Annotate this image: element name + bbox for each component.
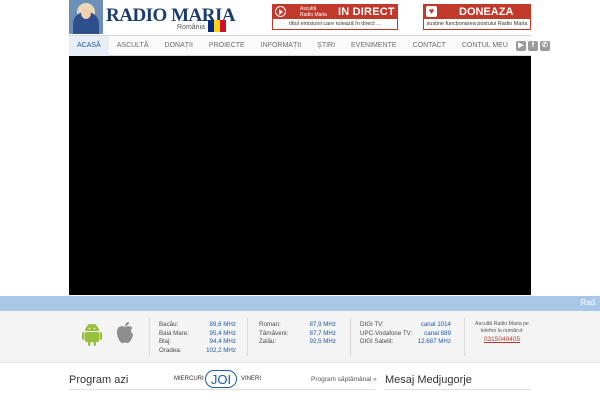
divider: [464, 318, 465, 356]
video-player[interactable]: [69, 56, 531, 295]
news-ticker: Rad: [0, 296, 600, 311]
nav-item-donatii[interactable]: DONAȚII: [157, 36, 201, 56]
divider: [69, 389, 375, 390]
logo-image[interactable]: [69, 0, 103, 34]
nav-item-evenimente[interactable]: EVENIMENTE: [343, 36, 405, 56]
nav-item-stiri[interactable]: ȘTIRI: [309, 36, 343, 56]
weekly-program-link[interactable]: Program săptămânal »: [311, 376, 377, 383]
youtube-icon[interactable]: ▶: [515, 40, 526, 51]
nav-item-asculta[interactable]: ASCULTĂ: [109, 36, 157, 56]
donate-label: DONEAZA: [459, 5, 514, 18]
prev-day-button[interactable]: MIERCURI: [174, 376, 204, 382]
frequencies-col-2: Roman: 87,9 MHz Târnăveni: 87,7 MHz Zalău:…: [259, 321, 336, 345]
nav-item-contul-meu[interactable]: CONTUL MEU: [454, 36, 516, 56]
divider: [149, 318, 150, 356]
listen-live-banner[interactable]: Ascultă Radio Maria IN DIRECT titlul emis…: [272, 4, 398, 30]
live-caption: titlul emisiunii care rulează în direct …: [272, 19, 398, 30]
current-day: JOI: [205, 370, 237, 388]
nav-item-acasa[interactable]: ACASĂ: [69, 35, 109, 56]
android-icon[interactable]: [82, 322, 102, 346]
main-nav: ACASĂ ASCULTĂ DONAȚII PROIECTE INFORMAȚI…: [69, 35, 550, 56]
live-label: IN DIRECT: [338, 5, 395, 18]
program-title: Program azi: [69, 374, 129, 386]
medjugorje-title: Mesaj Medjugorje: [385, 374, 472, 386]
day-selector: MIERCURI JOI VINERI: [174, 370, 266, 388]
frequencies-col-1: Bacău: 89,6 MHz Baia Mare: 95,4 MHz Blaj: 9…: [159, 321, 236, 354]
divider: [247, 318, 248, 356]
divider: [385, 389, 531, 390]
tv-channels-col: DIGI TV: canal 1014 UPC-Vodafone TV: canal…: [360, 321, 451, 345]
logo-subtitle: România: [177, 24, 206, 31]
donate-banner[interactable]: ♥ DONEAZA susține funcționarea postului …: [423, 4, 531, 30]
romania-flag-icon: [208, 20, 226, 32]
ticker-text: Rad: [580, 298, 595, 307]
divider: [350, 318, 351, 356]
phone-text-1: Ascultă Radio Maria pe: [475, 321, 529, 327]
site-header: RADIO MARIA România Ascultă Radio Maria I…: [0, 0, 600, 34]
heart-icon: ♥: [426, 6, 437, 17]
apple-icon[interactable]: [114, 321, 136, 345]
whatsapp-icon[interactable]: ✆: [539, 40, 550, 51]
facebook-icon[interactable]: f: [527, 40, 538, 51]
nav-item-contact[interactable]: CONTACT: [405, 36, 454, 56]
donate-caption: susține funcționarea postului Radio Mari…: [423, 19, 531, 30]
phone-text-2: telefon la numărul:: [480, 328, 524, 334]
nav-item-informatii[interactable]: INFORMAȚII: [253, 36, 309, 56]
phone-number-link[interactable]: 0315040405: [470, 336, 534, 343]
radio-label: Radio Maria: [300, 11, 327, 18]
next-day-button[interactable]: VINERI: [241, 376, 261, 382]
play-icon: [275, 6, 286, 17]
phone-listen-block: Ascultă Radio Maria pe telefon la număru…: [470, 321, 534, 343]
nav-item-proiecte[interactable]: PROIECTE: [201, 36, 253, 56]
